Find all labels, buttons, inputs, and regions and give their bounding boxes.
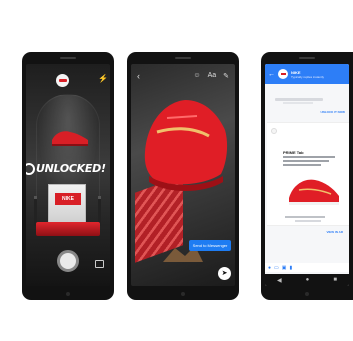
- back-arrow-icon[interactable]: ‹: [137, 72, 140, 81]
- brand-logo-icon[interactable]: [56, 74, 69, 87]
- speaker-grille: [299, 57, 315, 59]
- red-sneaker-3d: [144, 100, 228, 191]
- ar-camera-screen: ⚡ UNLOCKED! NIKE: [26, 64, 110, 286]
- speaker-grille: [60, 57, 76, 59]
- red-platform: [36, 222, 100, 236]
- messenger-screen: ← NIKE Typically replies instantly UNLOC…: [265, 64, 349, 286]
- gallery-icon[interactable]: [95, 260, 104, 268]
- plus-icon[interactable]: ●: [268, 265, 271, 271]
- card-price-line: [285, 216, 325, 218]
- sender-avatar: [271, 128, 277, 134]
- capture-button[interactable]: [57, 250, 79, 272]
- flash-icon[interactable]: ⚡: [98, 74, 108, 84]
- unlock-link[interactable]: UNLOCK IT NOW: [321, 110, 346, 114]
- phone-ar-unlock: ⚡ UNLOCKED! NIKE: [22, 52, 114, 300]
- unlocked-text: UNLOCKED!: [36, 162, 106, 175]
- card-description: [283, 156, 335, 168]
- send-arrow-icon[interactable]: ➤: [218, 267, 231, 280]
- mic-icon[interactable]: ▮: [290, 265, 293, 271]
- camera-icon[interactable]: ▭: [274, 265, 279, 271]
- home-indicator: [66, 292, 70, 296]
- view-ar-link[interactable]: VIEW IN AR: [326, 230, 343, 234]
- unlocked-banner: UNLOCKED!: [26, 162, 110, 175]
- card-meta-line: [295, 220, 321, 222]
- ar-shoe-screen: ‹ ☺ Aa ✎ Send to Messenger ➤: [131, 64, 235, 286]
- home-indicator: [181, 292, 185, 296]
- speaker-grille: [175, 57, 191, 59]
- card-title: PRIME Tab: [283, 150, 304, 155]
- composer-bar[interactable]: ● ▭ ▣ ▮: [265, 263, 349, 272]
- edit-tools: ☺ Aa ✎: [193, 72, 229, 80]
- unlock-badge-icon: [26, 162, 35, 175]
- draw-icon[interactable]: ✎: [223, 72, 229, 80]
- red-sneaker-image: [52, 131, 88, 146]
- back-arrow-icon[interactable]: ←: [268, 71, 275, 78]
- chat-header: ← NIKE Typically replies instantly: [265, 64, 349, 84]
- chat-title-block: NIKE Typically replies instantly: [291, 70, 324, 79]
- text-tool-icon[interactable]: Aa: [208, 72, 217, 80]
- nav-back-icon[interactable]: ◀: [277, 277, 282, 284]
- send-to-messenger-button[interactable]: Send to Messenger: [189, 240, 231, 251]
- message-bubble: [275, 98, 323, 101]
- shoe-box: NIKE: [48, 184, 86, 224]
- red-sneaker-image: [289, 179, 339, 205]
- nav-recents-icon[interactable]: ■: [333, 277, 337, 283]
- android-nav-bar: ◀ ● ■: [265, 274, 349, 286]
- message-caption: [283, 102, 313, 104]
- page-avatar[interactable]: [278, 69, 288, 79]
- phone-messenger: ← NIKE Typically replies instantly UNLOC…: [261, 52, 353, 300]
- box-label: NIKE: [55, 193, 81, 205]
- gallery-icon[interactable]: ▣: [282, 265, 287, 271]
- phone-ar-shoe-view: ‹ ☺ Aa ✎ Send to Messenger ➤: [127, 52, 239, 300]
- nav-home-icon[interactable]: ●: [306, 277, 310, 283]
- sticker-icon[interactable]: ☺: [193, 72, 200, 80]
- page-status: Typically replies instantly: [291, 74, 325, 79]
- home-indicator: [305, 292, 309, 296]
